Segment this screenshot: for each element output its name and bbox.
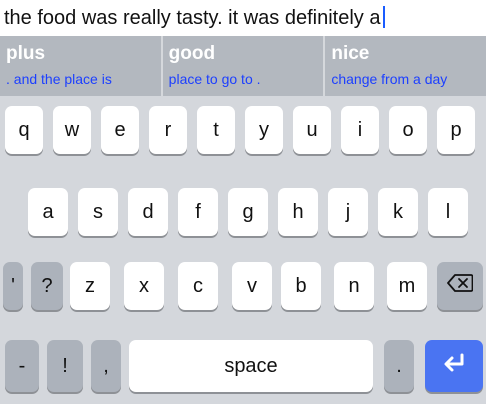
key-v[interactable]: v	[232, 262, 272, 310]
key-w[interactable]: w	[53, 106, 91, 154]
space-key[interactable]: space	[129, 340, 373, 392]
key-m[interactable]: m	[387, 262, 427, 310]
text-input[interactable]: the food was really tasty. it was defini…	[0, 0, 486, 36]
key-comma[interactable]: ,	[91, 340, 121, 392]
suggestion-continuation: . and the place is	[6, 71, 112, 87]
key-r[interactable]: r	[149, 106, 187, 154]
key-y[interactable]: y	[245, 106, 283, 154]
suggestion-3[interactable]: nice change from a day	[325, 36, 486, 96]
key-d[interactable]: d	[128, 188, 168, 236]
key-apostrophe[interactable]: '	[3, 262, 23, 310]
key-exclamation[interactable]: !	[47, 340, 83, 392]
key-k[interactable]: k	[378, 188, 418, 236]
suggestion-continuation: place to go to .	[168, 71, 261, 87]
key-o[interactable]: o	[389, 106, 427, 154]
key-t[interactable]: t	[197, 106, 235, 154]
key-n[interactable]: n	[334, 262, 374, 310]
suggestion-word: good	[168, 43, 216, 64]
key-f[interactable]: f	[178, 188, 218, 236]
key-q[interactable]: q	[5, 106, 43, 154]
backspace-icon	[447, 274, 474, 298]
key-x[interactable]: x	[124, 262, 164, 310]
delete-key[interactable]	[437, 262, 483, 310]
suggestion-continuation: change from a day	[331, 71, 448, 87]
key-a[interactable]: a	[28, 188, 68, 236]
key-e[interactable]: e	[101, 106, 139, 154]
key-z[interactable]: z	[70, 262, 110, 310]
key-j[interactable]: j	[328, 188, 368, 236]
suggestion-2[interactable]: good place to go to .	[163, 36, 326, 96]
key-s[interactable]: s	[78, 188, 118, 236]
suggestion-bar: plus . and the place is good place to go…	[0, 36, 486, 96]
key-p[interactable]: p	[437, 106, 475, 154]
key-c[interactable]: c	[178, 262, 218, 310]
key-h[interactable]: h	[278, 188, 318, 236]
key-dash[interactable]: -	[5, 340, 39, 392]
key-question[interactable]: ?	[31, 262, 63, 310]
return-key[interactable]	[425, 340, 483, 392]
key-b[interactable]: b	[281, 262, 321, 310]
key-period[interactable]: .	[384, 340, 414, 392]
key-i[interactable]: i	[341, 106, 379, 154]
key-l[interactable]: l	[428, 188, 468, 236]
keyboard: q w e r t y u i o p a s d f g h j k l ' …	[0, 96, 486, 404]
return-icon	[441, 352, 467, 380]
key-g[interactable]: g	[228, 188, 268, 236]
suggestion-word: nice	[331, 43, 370, 64]
typed-text: the food was really tasty. it was defini…	[4, 6, 386, 30]
key-u[interactable]: u	[293, 106, 331, 154]
text-caret	[383, 6, 386, 28]
suggestion-1[interactable]: plus . and the place is	[0, 36, 163, 96]
suggestion-word: plus	[6, 43, 46, 64]
